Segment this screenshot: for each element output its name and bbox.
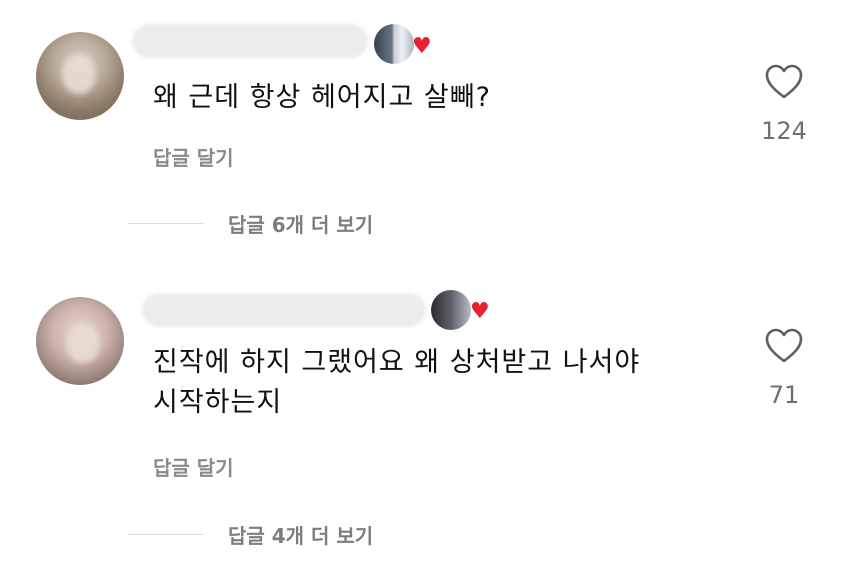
red-heart-icon: ♥: [412, 34, 432, 59]
heart-outline-icon[interactable]: [764, 328, 804, 364]
blurred-face: [62, 54, 96, 94]
username-blurred[interactable]: [132, 24, 368, 58]
username-blurred[interactable]: [142, 293, 426, 327]
comment-text: 진작에 하지 그랬어요 왜 상처받고 나서야 시작하는지: [153, 347, 641, 418]
red-heart-icon: ♥: [470, 299, 490, 324]
divider-line: [128, 223, 204, 224]
creator-avatar-badge: [431, 290, 471, 330]
avatar[interactable]: [36, 297, 124, 385]
view-more-replies-label[interactable]: 답글 4개 더 보기: [228, 520, 373, 549]
creator-avatar-badge: [374, 24, 414, 64]
divider-line: [128, 534, 204, 535]
heart-outline-icon[interactable]: [764, 64, 804, 100]
reply-button[interactable]: 답글 달기: [153, 142, 234, 171]
avatar[interactable]: [36, 32, 124, 120]
view-more-replies-label[interactable]: 답글 6개 더 보기: [228, 209, 373, 238]
like-count: 71: [768, 381, 800, 409]
reply-button[interactable]: 답글 달기: [153, 452, 234, 481]
comment-text: 왜 근데 항상 헤어지고 살빼?: [153, 82, 491, 113]
blurred-face: [66, 323, 100, 363]
like-count: 124: [761, 117, 807, 145]
